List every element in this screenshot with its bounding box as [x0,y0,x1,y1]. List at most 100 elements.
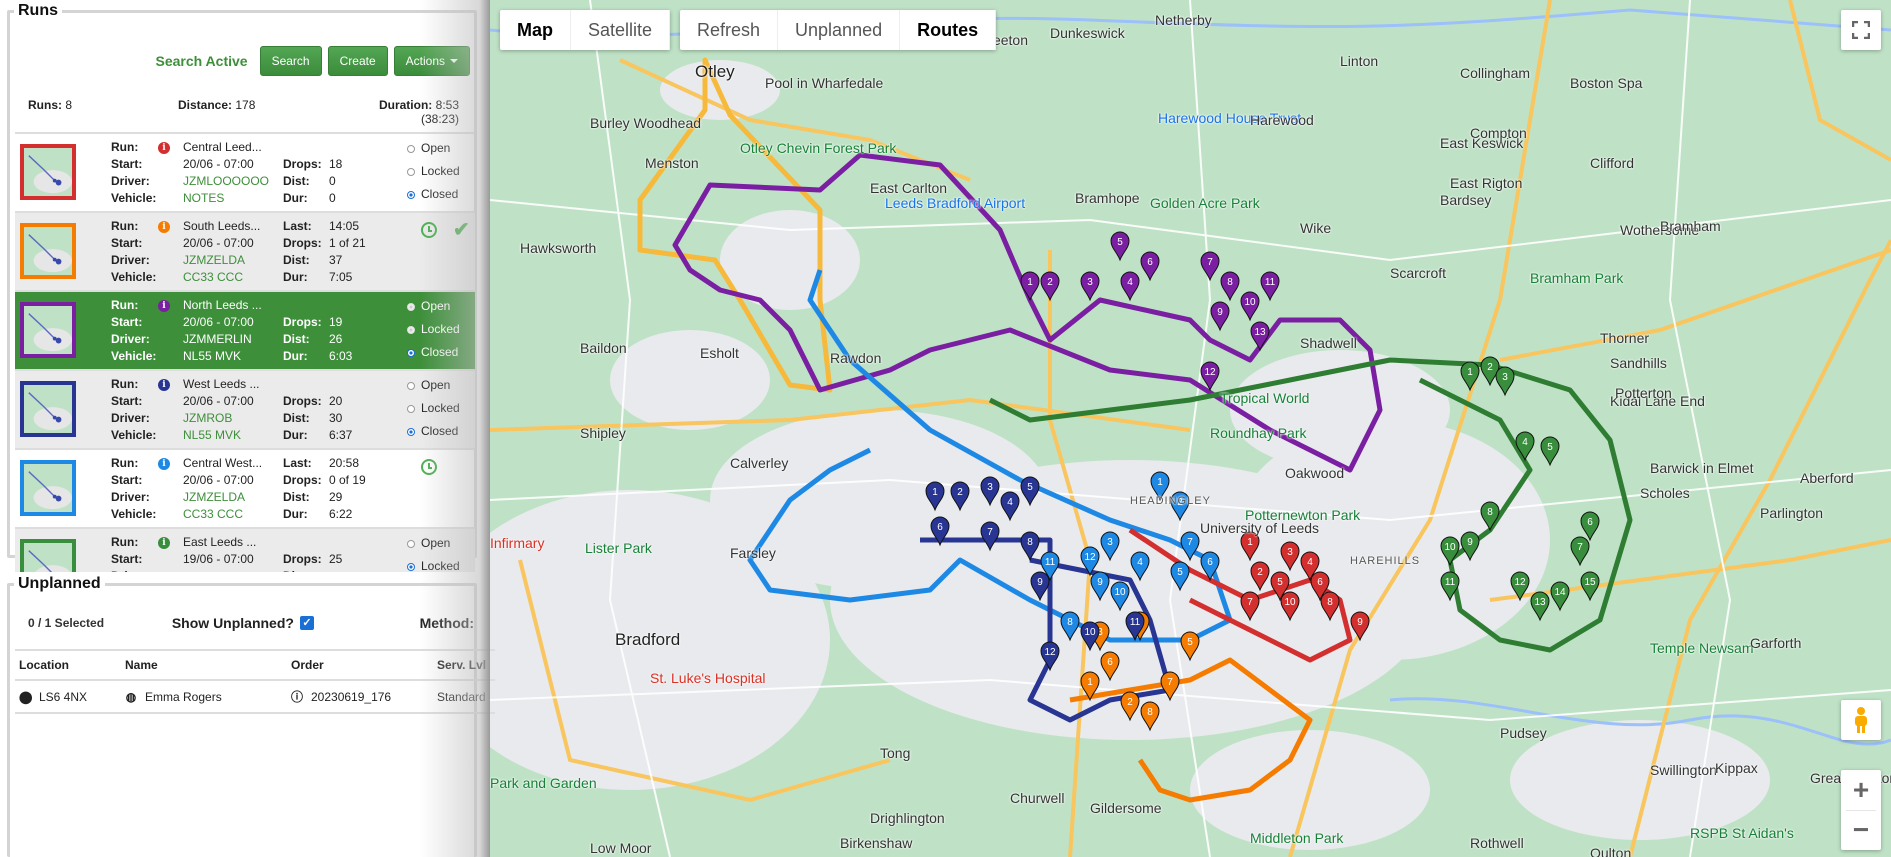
run-driver-stat-label: Dist: [283,332,310,346]
search-button[interactable]: Search [259,46,322,76]
svg-text:9: 9 [1357,617,1363,628]
run-start: 20/06 - 07:00 [183,236,254,250]
map-place-label: Linton [1340,53,1379,69]
run-vehicle[interactable]: CC33 CCC [183,507,283,522]
run-item[interactable]: i Run: North Leeds ... Start: 20/06 - 07:00… [15,292,475,371]
run-driver[interactable]: JZMZELDA [183,490,283,505]
column-header-order[interactable]: Order [287,649,433,681]
svg-text:7: 7 [1207,257,1213,268]
svg-text:6: 6 [1107,657,1113,668]
radio-locked[interactable]: Locked [407,559,460,572]
svg-text:2: 2 [1487,362,1493,373]
run-driver[interactable] [183,569,283,572]
map-type-satellite[interactable]: Satellite [571,10,671,50]
map-view[interactable]: 1234567812345678910111213123456789101112… [490,0,1891,857]
column-header-location[interactable]: Location [15,649,121,681]
map-place-label: Calverley [730,455,789,471]
radio-locked-label: Locked [421,322,460,336]
radio-locked[interactable]: Locked [407,401,460,416]
radio-locked-input[interactable] [407,562,415,571]
map-place-label: Lister Park [585,540,652,556]
table-row[interactable]: ⬤ LS6 4NX ◍ Emma Rogers ⓘ 20230619_176 Stan… [15,680,495,714]
svg-text:1: 1 [1247,537,1253,548]
radio-closed[interactable]: Closed [407,187,460,202]
run-thumbnail[interactable] [20,381,76,437]
radio-closed-input[interactable] [407,190,415,199]
map-place-label: Drighlington [870,810,945,826]
radio-open[interactable]: Open [407,378,460,393]
street-view-pegman[interactable] [1841,700,1881,740]
radio-open-input[interactable] [407,302,415,311]
run-vehicle[interactable]: NL55 MVK [183,428,283,443]
radio-open-input[interactable] [407,539,415,548]
zoom-in-button[interactable]: + [1853,770,1869,810]
map-place-label: Thorner [1600,330,1650,346]
radio-locked[interactable]: Locked [407,164,460,179]
run-item[interactable]: i Run: East Leeds ... Start: 19/06 - 07:00 D… [15,529,475,572]
radio-closed-input[interactable] [407,348,415,357]
radio-closed-input[interactable] [407,427,415,436]
run-item[interactable]: i Run: South Leeds... Last: 14:05 Start: 20/0… [15,213,475,292]
runs-list[interactable]: i Run: Central Leed... Start: 20/06 - 07:00… [15,132,475,572]
run-name: South Leeds... [183,219,261,233]
refresh-button[interactable]: Refresh [680,10,779,50]
map-place-label: Harewood [1250,112,1314,128]
run-driver[interactable]: JZMLOOOOOO [183,174,283,189]
map-place-label: Barwick in Elmet [1650,460,1754,476]
radio-locked-input[interactable] [407,325,415,334]
run-item[interactable]: i Run: Central Leed... Start: 20/06 - 07:00… [15,134,475,213]
run-thumbnail[interactable] [20,144,76,200]
search-status: Search Active [155,53,248,69]
radio-locked-input[interactable] [407,404,415,413]
run-driver-stat-value [329,569,409,572]
radio-locked-input[interactable] [407,167,415,176]
radio-open[interactable]: Open [407,299,460,314]
map-place-label: St. Luke's Hospital [650,670,766,686]
run-vehicle-stat-label: Dur: [283,428,308,442]
map-place-label: Pool in Wharfedale [765,75,884,91]
run-driver[interactable]: JZMMERLIN [183,332,283,347]
svg-text:2: 2 [1257,567,1263,578]
run-driver[interactable]: JZMROB [183,411,283,426]
create-button[interactable]: Create [327,46,388,76]
info-icon[interactable]: ⓘ [291,688,303,705]
run-name-stat-value [329,298,409,313]
fullscreen-button[interactable] [1841,10,1881,50]
run-driver-stat-value: 0 [329,174,336,188]
radio-open-input[interactable] [407,381,415,390]
run-thumbnail[interactable] [20,223,76,279]
map-place-label: Tong [880,745,911,761]
svg-text:7: 7 [1167,677,1173,688]
show-unplanned-toggle[interactable]: Show Unplanned? ✓ [172,615,420,631]
zoom-out-button[interactable]: − [1853,810,1869,850]
run-item[interactable]: i Run: West Leeds ... Start: 20/06 - 07:00 D… [15,371,475,450]
run-item[interactable]: i Run: Central West... Last: 20:58 Start: 20/… [15,450,475,529]
radio-closed[interactable]: Closed [407,424,460,439]
map-place-label: Boston Spa [1570,75,1643,91]
run-vehicle-label: Vehicle: [111,507,157,521]
routes-toggle-button[interactable]: Routes [900,10,997,50]
map-place-label: Temple Newsam [1650,640,1754,656]
radio-open[interactable]: Open [407,141,460,156]
run-state-radios: Open Locked Closed [407,141,460,202]
run-thumbnail[interactable] [20,460,76,516]
actions-dropdown-button[interactable]: Actions [393,46,470,76]
run-vehicle[interactable]: NOTES [183,191,283,206]
radio-closed[interactable]: Closed [407,345,460,360]
map-type-map[interactable]: Map [500,10,571,50]
radio-locked[interactable]: Locked [407,322,460,337]
run-driver[interactable]: JZMZELDA [183,253,283,268]
run-vehicle[interactable]: NL55 MVK [183,349,283,364]
run-thumbnail[interactable] [20,539,76,572]
run-thumbnail[interactable] [20,302,76,358]
column-header-service-level[interactable]: Serv. Lvl [433,649,495,681]
unplanned-toggle-button[interactable]: Unplanned [778,10,901,50]
run-name-stat-label: Last: [283,456,312,470]
show-unplanned-checkbox[interactable]: ✓ [299,616,314,630]
distance-label: Distance: [178,98,233,112]
radio-open[interactable]: Open [407,536,460,551]
column-header-name[interactable]: Name [121,649,287,681]
radio-open-input[interactable] [407,144,415,153]
run-vehicle[interactable]: CC33 CCC [183,270,283,285]
duration-label: Duration: [378,98,433,112]
